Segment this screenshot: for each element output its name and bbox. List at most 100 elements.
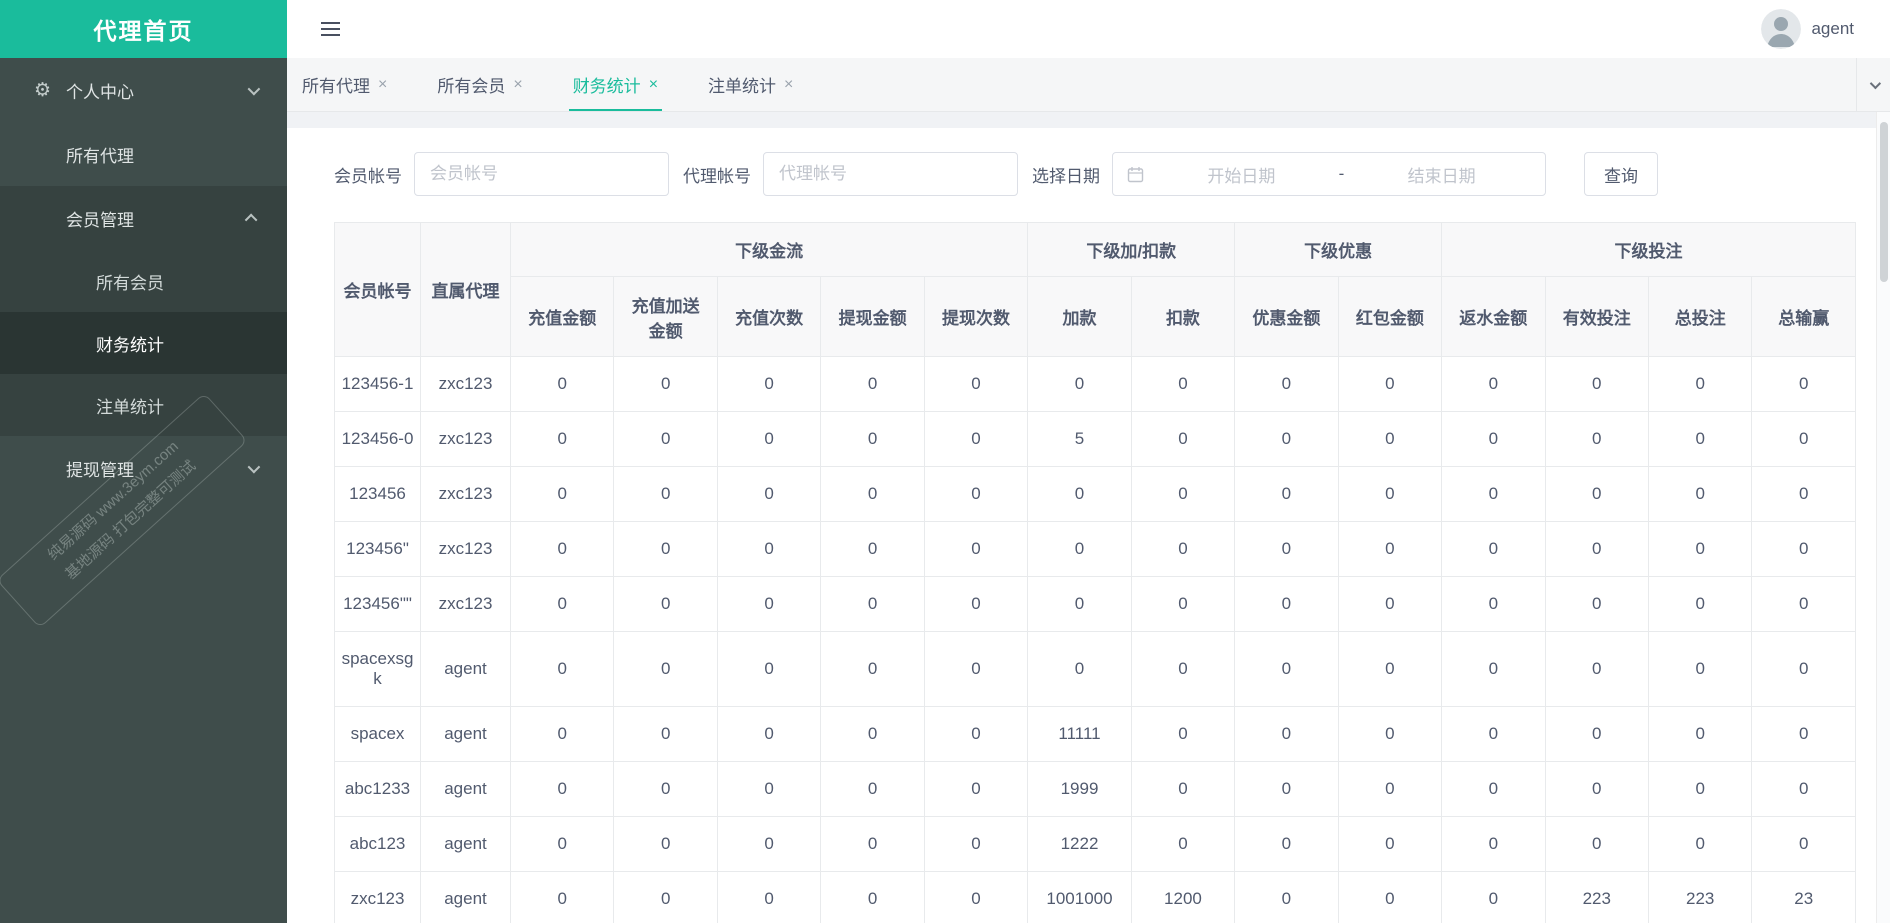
- table-cell: 0: [1752, 467, 1856, 522]
- scrollbar[interactable]: [1876, 112, 1890, 923]
- table-row: 123456-1zxc1230000000000000: [335, 357, 1856, 412]
- table-cell: 0: [1338, 632, 1441, 707]
- direct-agent-cell: agent: [421, 707, 511, 762]
- date-end-placeholder[interactable]: 结束日期: [1352, 162, 1531, 187]
- date-range-picker[interactable]: 开始日期 - 结束日期: [1112, 152, 1546, 196]
- finance-stats-panel: 会员帐号 代理帐号 选择日期: [287, 128, 1876, 923]
- sidebar-item-all-members[interactable]: 所有会员: [0, 250, 287, 312]
- sidebar-nav: ⚙ 个人中心 所有代理 会员管理 所有会员 财务统计 注单统计 提现管理: [0, 58, 287, 500]
- sidebar-item-all-agents[interactable]: 所有代理: [0, 122, 287, 186]
- table-cell: 0: [717, 817, 820, 872]
- table-cell: 0: [1131, 412, 1234, 467]
- tab-label: 所有会员: [437, 72, 505, 97]
- direct-agent-cell: zxc123: [421, 577, 511, 632]
- member-account-cell: 123456-0: [335, 412, 421, 467]
- table-cell: 0: [1442, 632, 1545, 707]
- table-cell: 0: [924, 817, 1027, 872]
- table-cell: 0: [1235, 632, 1338, 707]
- direct-agent-cell: zxc123: [421, 357, 511, 412]
- table-cell: 0: [1648, 817, 1751, 872]
- column-header: 会员帐号: [335, 223, 421, 357]
- date-select-label: 选择日期: [1032, 162, 1100, 187]
- table-cell: 0: [924, 357, 1027, 412]
- table-cell: 0: [511, 817, 614, 872]
- hamburger-menu-icon[interactable]: [317, 16, 344, 42]
- member-account-input[interactable]: [414, 152, 669, 196]
- gear-icon: ⚙: [34, 81, 56, 100]
- table-cell: 0: [1545, 412, 1648, 467]
- app-root: 代理首页 ⚙ 个人中心 所有代理 会员管理 所有会员 财务统计 注单统计: [0, 0, 1890, 923]
- close-icon[interactable]: ×: [784, 77, 793, 93]
- table-row: abc1233agent0000019990000000: [335, 762, 1856, 817]
- table-cell: 0: [1442, 707, 1545, 762]
- calendar-icon: [1127, 166, 1144, 183]
- table-cell: 0: [924, 872, 1027, 923]
- table-cell: 0: [1028, 357, 1131, 412]
- column-header: 红包金额: [1338, 277, 1441, 357]
- table-cell: 0: [717, 357, 820, 412]
- table-cell: 0: [1235, 412, 1338, 467]
- search-button[interactable]: 查询: [1584, 152, 1658, 196]
- table-cell: 0: [821, 577, 924, 632]
- sidebar-item-member-management[interactable]: 会员管理: [0, 186, 287, 250]
- table-cell: 0: [821, 522, 924, 577]
- close-icon[interactable]: ×: [378, 77, 387, 93]
- table-cell: 0: [1545, 467, 1648, 522]
- table-cell: 0: [1131, 632, 1234, 707]
- table-cell: 0: [1752, 577, 1856, 632]
- avatar[interactable]: [1761, 9, 1801, 49]
- sidebar-item-personal-center[interactable]: ⚙ 个人中心: [0, 58, 287, 122]
- column-group-header: 下级加/扣款: [1028, 223, 1235, 277]
- date-start-placeholder[interactable]: 开始日期: [1152, 162, 1331, 187]
- tab-all-agents[interactable]: 所有代理 ×: [302, 58, 387, 111]
- table-cell: 0: [1648, 522, 1751, 577]
- agent-account-input[interactable]: [763, 152, 1018, 196]
- close-icon[interactable]: ×: [513, 77, 522, 93]
- table-cell: 0: [1338, 707, 1441, 762]
- table-cell: 0: [1545, 632, 1648, 707]
- member-account-cell: abc123: [335, 817, 421, 872]
- table-cell: 0: [1235, 872, 1338, 923]
- table-cell: 0: [1338, 412, 1441, 467]
- sidebar-item-bet-stats[interactable]: 注单统计: [0, 374, 287, 436]
- tab-bet-stats[interactable]: 注单统计 ×: [708, 58, 793, 111]
- table-cell: 0: [1545, 357, 1648, 412]
- column-header: 有效投注: [1545, 277, 1648, 357]
- table-cell: 0: [1131, 762, 1234, 817]
- table-cell: 0: [1131, 817, 1234, 872]
- sidebar-item-label: 个人中心: [66, 78, 248, 103]
- table-cell: 23: [1752, 872, 1856, 923]
- member-account-label: 会员帐号: [334, 162, 402, 187]
- table-cell: 0: [821, 357, 924, 412]
- table-cell: 0: [1028, 577, 1131, 632]
- table-cell: 0: [511, 467, 614, 522]
- column-header: 优惠金额: [1235, 277, 1338, 357]
- table-cell: 0: [614, 762, 717, 817]
- scrollbar-thumb[interactable]: [1880, 122, 1888, 282]
- tab-finance-stats[interactable]: 财务统计 ×: [573, 58, 658, 111]
- direct-agent-cell: zxc123: [421, 467, 511, 522]
- table-row: 123456"zxc1230000000000000: [335, 522, 1856, 577]
- username: agent: [1811, 19, 1854, 39]
- table-cell: 0: [924, 577, 1027, 632]
- date-separator: -: [1339, 164, 1345, 184]
- table-cell: 0: [614, 412, 717, 467]
- close-icon[interactable]: ×: [649, 77, 658, 93]
- tab-all-members[interactable]: 所有会员 ×: [437, 58, 522, 111]
- table-cell: 0: [924, 762, 1027, 817]
- column-header: 总投注: [1648, 277, 1751, 357]
- table-cell: 0: [1131, 357, 1234, 412]
- direct-agent-cell: agent: [421, 817, 511, 872]
- table-cell: 0: [924, 707, 1027, 762]
- sidebar-item-finance-stats[interactable]: 财务统计: [0, 312, 287, 374]
- table-cell: 0: [821, 817, 924, 872]
- member-account-cell: zxc123: [335, 872, 421, 923]
- sidebar-item-withdraw-management[interactable]: 提现管理: [0, 436, 287, 500]
- table-cell: 0: [717, 467, 820, 522]
- table-cell: 0: [717, 872, 820, 923]
- table-cell: 0: [511, 707, 614, 762]
- table-cell: 0: [511, 872, 614, 923]
- tab-overflow-button[interactable]: [1856, 58, 1890, 111]
- table-cell: 0: [1545, 522, 1648, 577]
- table-cell: 0: [717, 632, 820, 707]
